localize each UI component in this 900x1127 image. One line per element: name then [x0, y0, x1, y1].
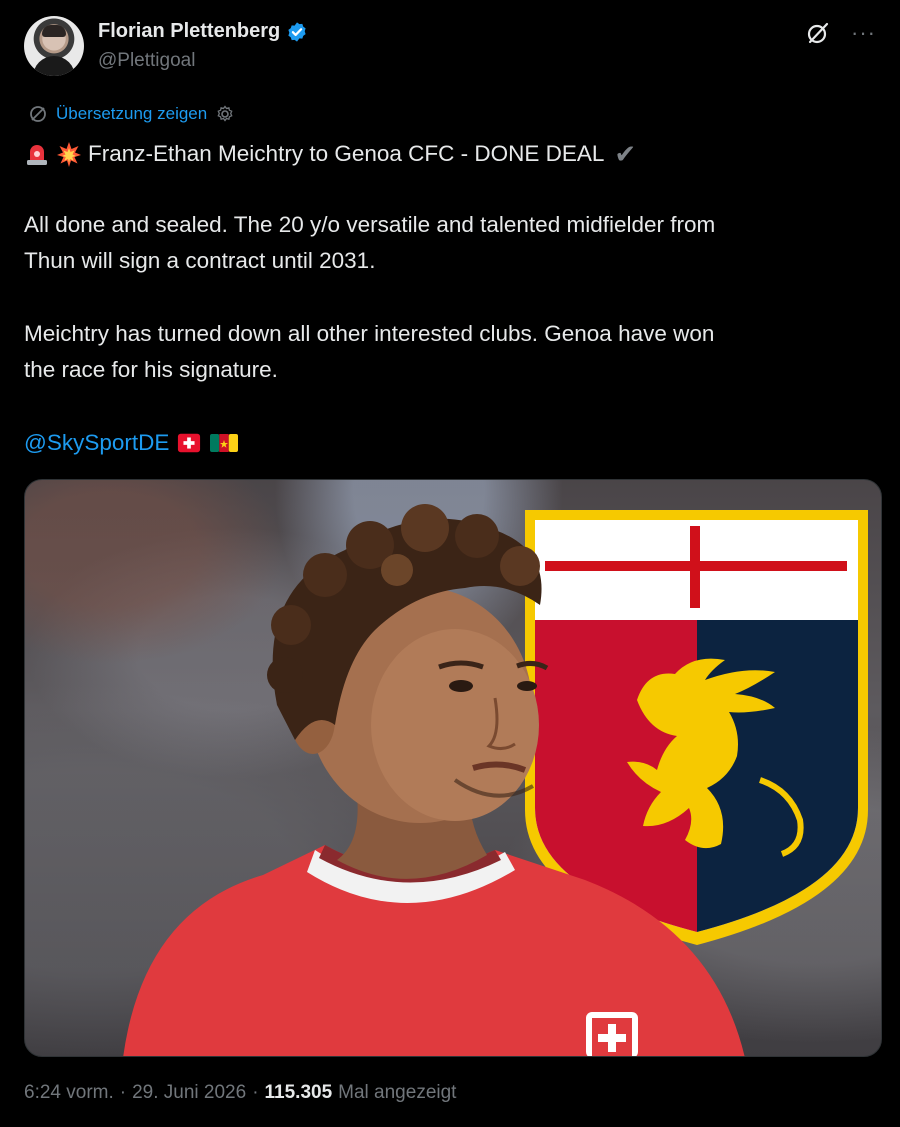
cameroon-flag-emoji	[210, 434, 239, 452]
tweet-header: Florian Plettenberg @Plettigoal ···	[24, 14, 876, 78]
tweet-line-1: Franz-Ethan Meichtry to Genoa CFC - DONE…	[24, 136, 874, 172]
avatar[interactable]	[24, 16, 84, 76]
tweet-text-line: the race for his signature.	[24, 357, 278, 382]
translate-icon	[30, 106, 46, 122]
tweet-time[interactable]: 6:24 vorm.	[24, 1082, 114, 1104]
author-name[interactable]: Florian Plettenberg	[98, 20, 280, 43]
mention-link[interactable]: @SkySportDE	[24, 425, 169, 461]
tweet-text-line: Thun will sign a contract until 2031.	[24, 248, 376, 273]
view-count-label: Mal angezeigt	[338, 1082, 457, 1103]
tweet-date[interactable]: 29. Juni 2026	[132, 1082, 246, 1104]
view-count: 115.305	[264, 1082, 333, 1103]
siren-emoji	[27, 145, 47, 165]
tweet-headline: Franz-Ethan Meichtry to Genoa CFC - DONE…	[88, 141, 605, 166]
swiss-flag-emoji	[178, 433, 201, 453]
separator: ·	[119, 1082, 127, 1103]
more-icon[interactable]: ···	[851, 22, 876, 44]
tweet-text-line: Meichtry has turned down all other inter…	[24, 321, 715, 346]
grok-icon[interactable]	[805, 20, 831, 46]
translate-link[interactable]: Übersetzung zeigen	[28, 104, 235, 124]
tweet-paragraph-3: Meichtry has turned down all other inter…	[24, 316, 874, 388]
author-name-row: Florian Plettenberg	[98, 20, 308, 43]
tweet-actions: ···	[805, 20, 876, 46]
verified-icon[interactable]	[286, 21, 308, 43]
check-emoji: ✔	[614, 139, 637, 169]
tweet-paragraph-2: All done and sealed. The 20 y/o versatil…	[24, 207, 874, 279]
separator: ·	[252, 1082, 259, 1103]
author-handle[interactable]: @Plettigoal	[98, 50, 195, 72]
tweet-text-line: All done and sealed. The 20 y/o versatil…	[24, 212, 716, 237]
settings-icon[interactable]	[215, 104, 235, 124]
collision-emoji	[57, 142, 81, 167]
tweet-media-image[interactable]	[24, 479, 882, 1057]
translate-label[interactable]: Übersetzung zeigen	[56, 104, 207, 124]
tweet-meta: 6:24 vorm. · 29. Juni 2026 · 115.305 Mal…	[24, 1082, 456, 1104]
tweet-paragraph-4: @SkySportDE	[24, 425, 874, 461]
photo-composite	[123, 504, 868, 1056]
